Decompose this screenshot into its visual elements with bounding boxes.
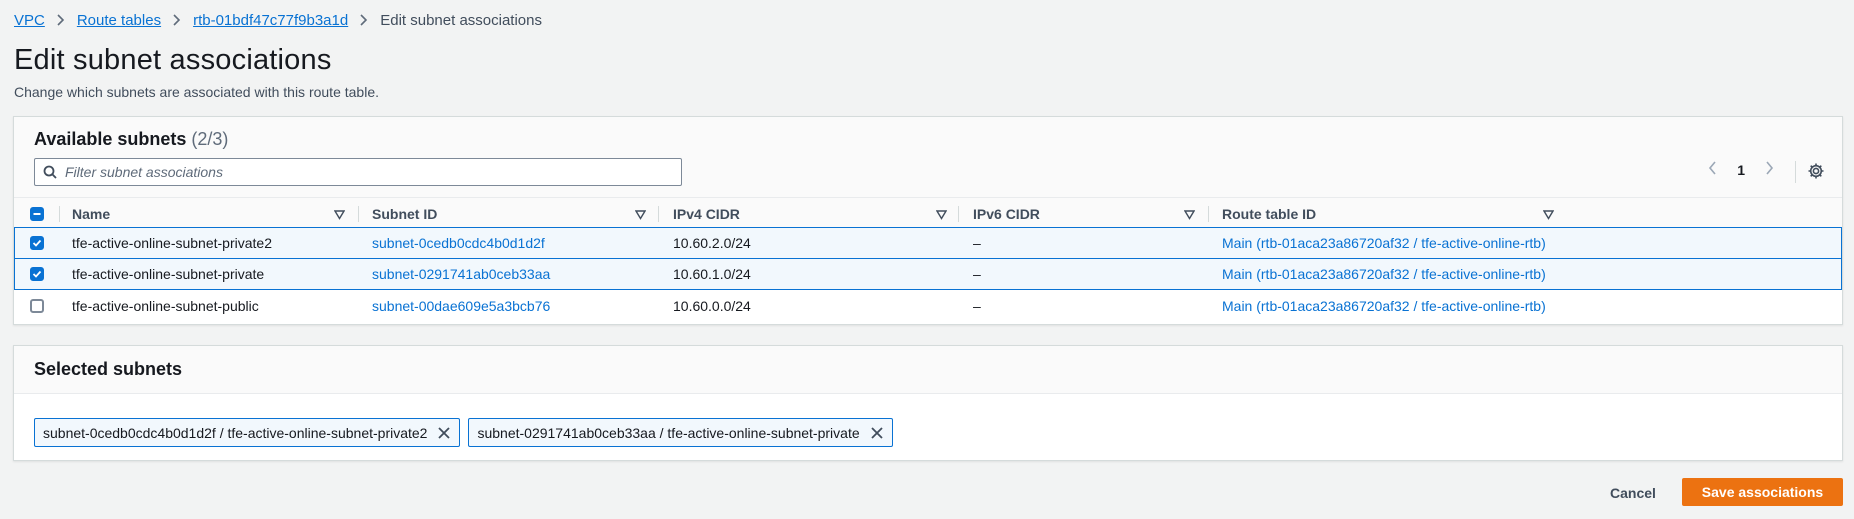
chevron-right-icon bbox=[360, 14, 368, 26]
selected-token: subnet-0cedb0cdc4b0d1d2f / tfe-active-on… bbox=[34, 418, 461, 447]
row-checkbox[interactable] bbox=[30, 236, 44, 250]
column-header-ipv6-label: IPv6 CIDR bbox=[973, 205, 1040, 222]
available-subnets-header: Available subnets (2/3) 1 bbox=[14, 117, 1842, 197]
pagination: 1 bbox=[1708, 161, 1774, 178]
available-subnets-title: Available subnets (2/3) bbox=[34, 129, 228, 150]
subnets-table: Name Subnet ID IPv4 CIDR IPv6 CIDR Route… bbox=[14, 197, 1842, 322]
selected-subnets-panel: Selected subnets subnet-0cedb0cdc4b0d1d2… bbox=[13, 345, 1843, 461]
column-header-subnet-id-label: Subnet ID bbox=[372, 205, 438, 222]
search-icon bbox=[35, 165, 65, 179]
row-subnet-id-link[interactable]: subnet-0291741ab0ceb33aa bbox=[372, 259, 550, 289]
selected-subnets-header: Selected subnets bbox=[14, 346, 1842, 394]
column-header-route-table-id[interactable]: Route table ID bbox=[1222, 198, 1566, 229]
sort-down-icon[interactable] bbox=[333, 207, 346, 223]
column-header-ipv6-cidr[interactable]: IPv6 CIDR bbox=[973, 198, 1207, 229]
selected-token-label: subnet-0291741ab0ceb33aa / tfe-active-on… bbox=[477, 424, 860, 441]
row-select-cell bbox=[30, 228, 44, 258]
row-ipv4-cidr: 10.60.2.0/24 bbox=[673, 235, 751, 251]
table-row[interactable]: tfe-active-online-subnet-public subnet-0… bbox=[14, 290, 1842, 322]
column-separator bbox=[1208, 206, 1209, 222]
column-separator bbox=[59, 206, 60, 222]
available-subnets-title-text: Available subnets bbox=[34, 129, 187, 149]
row-ipv6-cidr: – bbox=[973, 266, 981, 282]
column-header-subnet-id[interactable]: Subnet ID bbox=[372, 198, 658, 229]
selected-tokens: subnet-0cedb0cdc4b0d1d2f / tfe-active-on… bbox=[34, 418, 893, 447]
sort-down-icon[interactable] bbox=[1542, 207, 1555, 223]
column-header-name-label: Name bbox=[72, 205, 111, 222]
column-header-name[interactable]: Name bbox=[72, 198, 357, 229]
sort-down-icon[interactable] bbox=[1183, 207, 1196, 223]
select-all-checkbox[interactable] bbox=[30, 206, 44, 221]
available-subnets-count: (2/3) bbox=[191, 129, 229, 149]
filter-input[interactable] bbox=[65, 164, 665, 180]
pagination-divider bbox=[1795, 161, 1796, 183]
row-route-table-link[interactable]: Main (rtb-01aca23a86720af32 / tfe-active… bbox=[1222, 228, 1546, 258]
page-title: Edit subnet associations bbox=[14, 44, 332, 76]
row-ipv4-cidr: 10.60.1.0/24 bbox=[673, 266, 751, 282]
select-all-cell bbox=[30, 198, 60, 229]
page-number[interactable]: 1 bbox=[1737, 162, 1745, 178]
selected-token: subnet-0291741ab0ceb33aa / tfe-active-on… bbox=[468, 418, 893, 447]
row-subnet-id-link[interactable]: subnet-00dae609e5a3bcb76 bbox=[372, 290, 550, 322]
row-route-table-link[interactable]: Main (rtb-01aca23a86720af32 / tfe-active… bbox=[1222, 290, 1546, 322]
table-header: Name Subnet ID IPv4 CIDR IPv6 CIDR Route… bbox=[14, 197, 1842, 228]
column-header-ipv4-label: IPv4 CIDR bbox=[673, 205, 740, 222]
chevron-right-icon bbox=[57, 14, 65, 26]
selected-subnets-title: Selected subnets bbox=[34, 359, 183, 379]
page-description: Change which subnets are associated with… bbox=[14, 84, 379, 100]
selected-token-label: subnet-0cedb0cdc4b0d1d2f / tfe-active-on… bbox=[43, 424, 428, 441]
column-separator bbox=[358, 206, 359, 222]
filter-subnet-associations[interactable] bbox=[34, 158, 682, 186]
column-separator bbox=[658, 206, 659, 222]
row-select-cell bbox=[30, 290, 44, 322]
chevron-right-icon bbox=[173, 14, 181, 26]
column-separator bbox=[958, 206, 959, 222]
column-header-ipv4-cidr[interactable]: IPv4 CIDR bbox=[673, 198, 959, 229]
close-icon[interactable] bbox=[437, 426, 451, 440]
table-row[interactable]: tfe-active-online-subnet-private2 subnet… bbox=[14, 227, 1842, 259]
row-name: tfe-active-online-subnet-private bbox=[72, 266, 265, 282]
row-name: tfe-active-online-subnet-public bbox=[72, 298, 259, 314]
row-ipv4-cidr: 10.60.0.0/24 bbox=[673, 298, 751, 314]
breadcrumb: VPC Route tables rtb-01bdf47c77f9b3a1d E… bbox=[14, 10, 542, 30]
next-page-icon[interactable] bbox=[1765, 161, 1774, 178]
previous-page-icon[interactable] bbox=[1708, 161, 1717, 178]
breadcrumb-route-table-link[interactable]: rtb-01bdf47c77f9b3a1d bbox=[193, 12, 348, 29]
sort-down-icon[interactable] bbox=[935, 207, 948, 223]
save-associations-button[interactable]: Save associations bbox=[1682, 478, 1843, 506]
row-route-table-link[interactable]: Main (rtb-01aca23a86720af32 / tfe-active… bbox=[1222, 259, 1546, 289]
cancel-button[interactable]: Cancel bbox=[1598, 478, 1668, 508]
row-ipv6-cidr: – bbox=[973, 298, 981, 314]
breadcrumb-route-tables-link[interactable]: Route tables bbox=[77, 12, 161, 29]
available-subnets-panel: Available subnets (2/3) 1 bbox=[13, 116, 1843, 325]
row-name: tfe-active-online-subnet-private2 bbox=[72, 235, 272, 251]
close-icon[interactable] bbox=[870, 426, 884, 440]
breadcrumb-vpc-link[interactable]: VPC bbox=[14, 12, 45, 29]
row-checkbox[interactable] bbox=[30, 299, 44, 313]
row-subnet-id-link[interactable]: subnet-0cedb0cdc4b0d1d2f bbox=[372, 228, 545, 258]
row-select-cell bbox=[30, 259, 44, 289]
column-header-route-table-label: Route table ID bbox=[1222, 205, 1317, 222]
row-checkbox[interactable] bbox=[30, 267, 44, 281]
gear-icon[interactable] bbox=[1807, 162, 1825, 185]
sort-down-icon[interactable] bbox=[634, 207, 647, 223]
breadcrumb-current: Edit subnet associations bbox=[380, 11, 542, 29]
table-row[interactable]: tfe-active-online-subnet-private subnet-… bbox=[14, 258, 1842, 290]
row-ipv6-cidr: – bbox=[973, 235, 981, 251]
